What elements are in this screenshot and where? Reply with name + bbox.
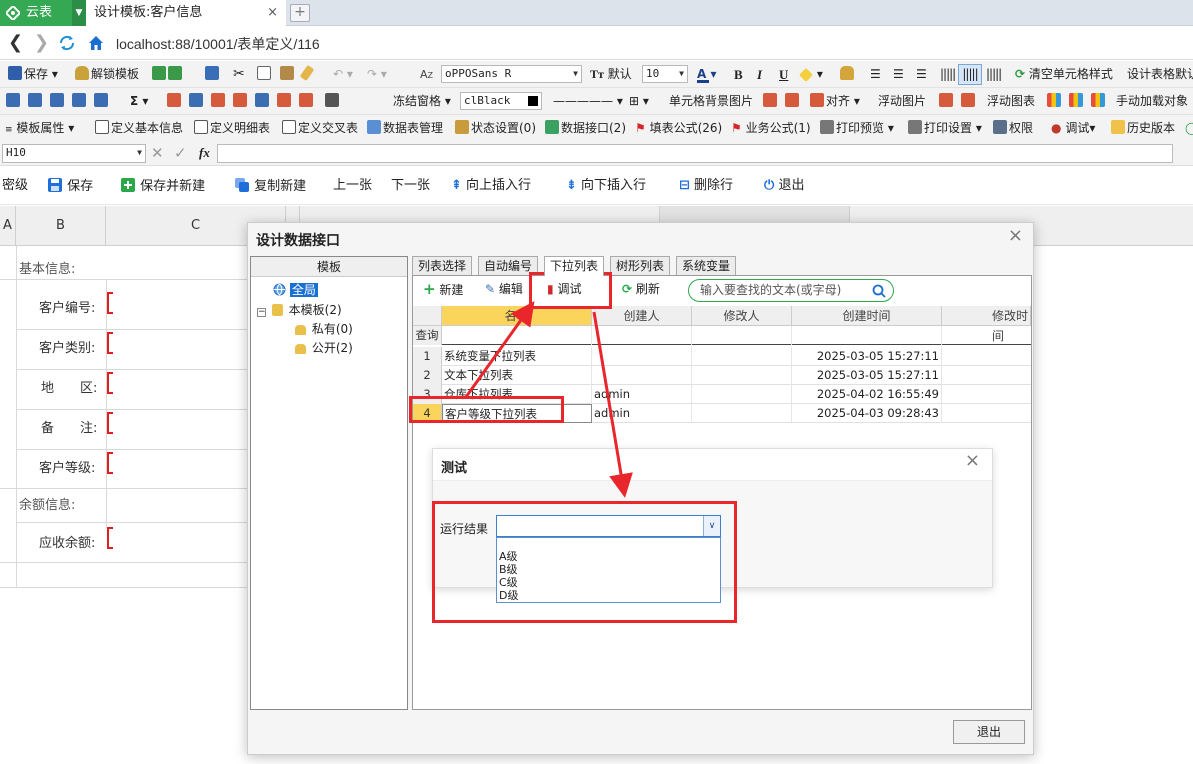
- tab-dropdown-list[interactable]: 下拉列表: [544, 256, 605, 276]
- arrow-debug-to-result: [592, 311, 633, 498]
- annotation-arrows: [464, 301, 633, 498]
- arrow-row-to-debug: [464, 301, 535, 398]
